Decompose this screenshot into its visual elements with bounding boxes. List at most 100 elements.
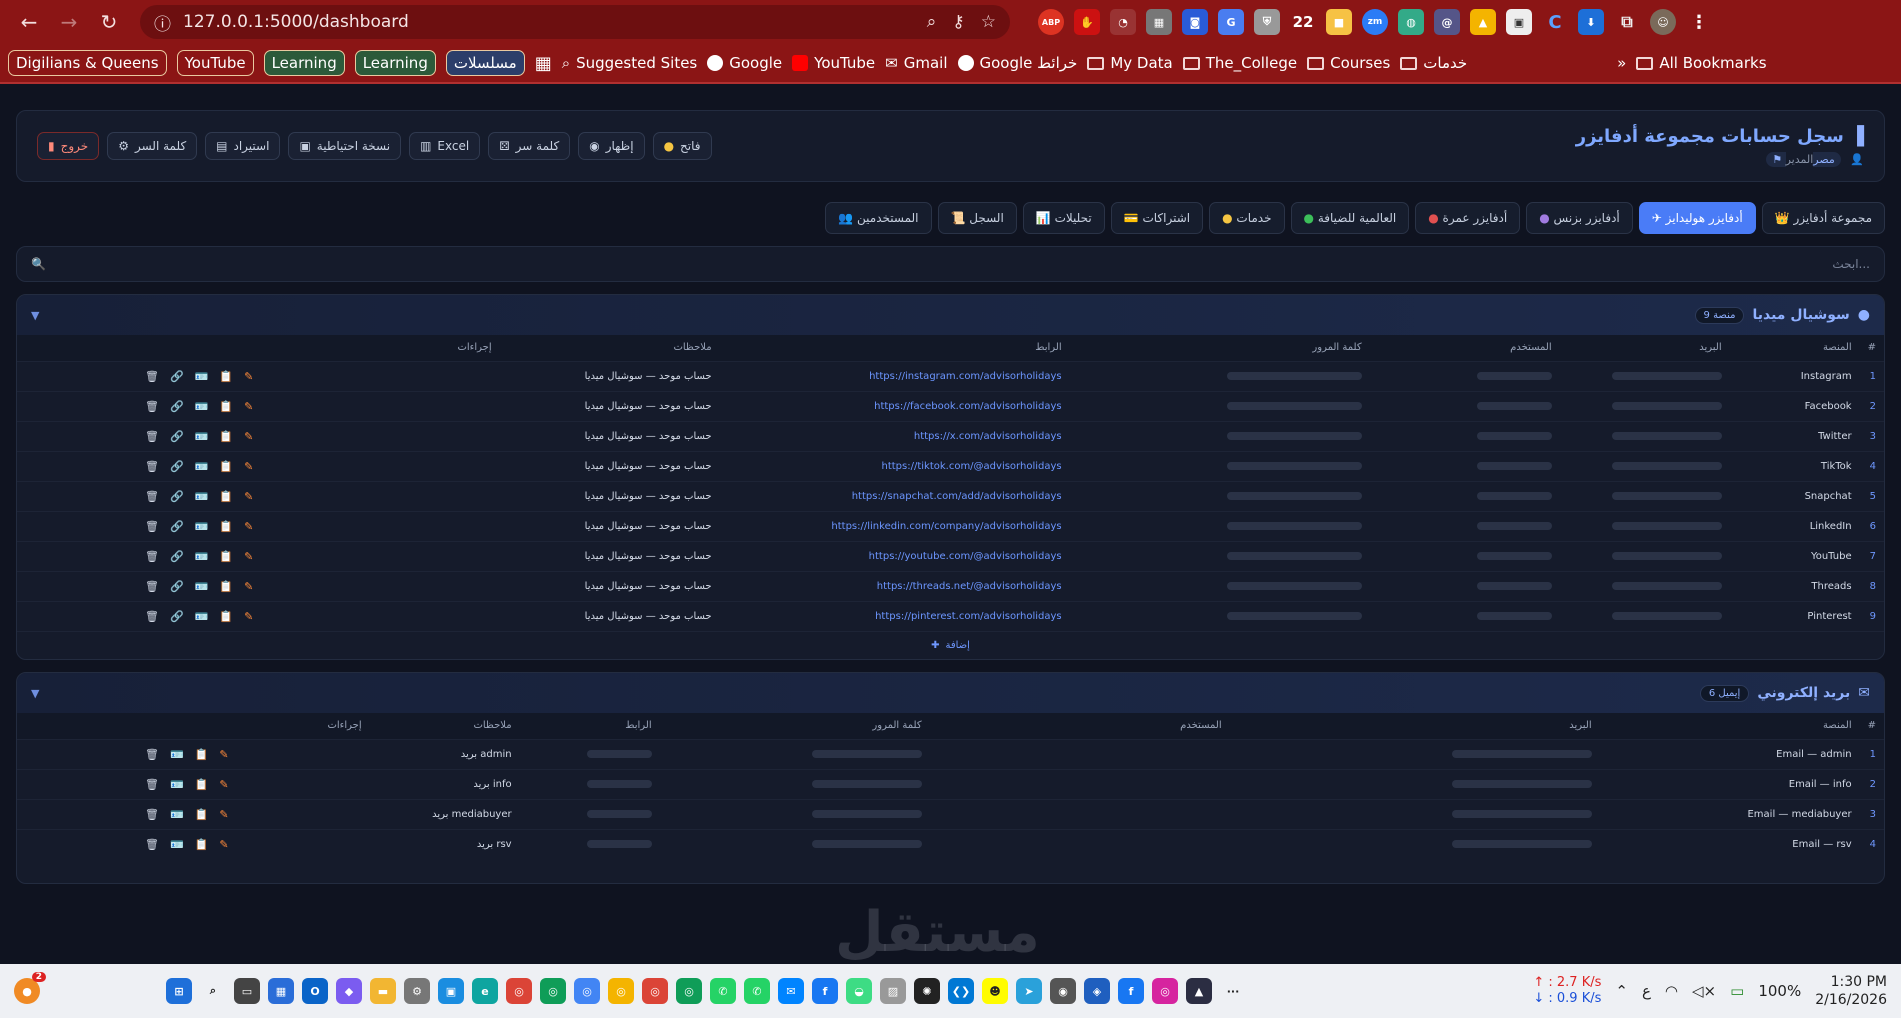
copy-icon[interactable]: 📋 [219,550,233,563]
puzzle-extensions-icon[interactable]: ⧉ [1614,9,1640,35]
url-cell[interactable]: https://linkedin.com/company/advisorholi… [719,510,1070,541]
photos-icon[interactable]: ▣ [438,978,464,1004]
url-cell[interactable]: https://threads.net/@advisorholidays [719,570,1070,601]
link-icon[interactable]: 🔗 [170,460,184,473]
c-extension-icon[interactable]: C [1542,9,1568,35]
start-icon[interactable]: ⊞ [166,978,192,1004]
tab-users[interactable]: 👥 المستخدمين [825,202,932,234]
whatsapp-icon[interactable]: ✆ [744,978,770,1004]
generate-password-button[interactable]: ⚄ كلمة سر [488,132,571,160]
link-icon[interactable]: 🔗 [170,430,184,443]
account-link[interactable]: https://youtube.com/@advisorholidays [869,551,1062,562]
chevron-up-icon[interactable]: ⌃ [1615,982,1628,1000]
image-extension-icon[interactable]: ▦ [1146,9,1172,35]
view-icon[interactable]: 🪪 [170,808,184,821]
delete-icon[interactable]: 🗑 [145,580,159,593]
forward-icon[interactable]: → [52,5,86,39]
task-view-icon[interactable]: ▭ [234,978,260,1004]
back-icon[interactable]: ← [12,5,46,39]
view-icon[interactable]: 🪪 [195,580,209,593]
speaker-muted-icon[interactable]: ◁× [1692,982,1716,1000]
snapchat-icon[interactable]: ☻ [982,978,1008,1004]
account-link[interactable]: https://pinterest.com/advisorholidays [875,611,1062,622]
copy-icon[interactable]: 📋 [195,838,209,851]
explorer-icon[interactable]: ▬ [370,978,396,1004]
section-header[interactable]: ▼ 9 منصة سوشيال ميديا ● [17,295,1884,335]
messenger-icon[interactable]: ✉ [778,978,804,1004]
copy-icon[interactable]: 📋 [219,400,233,413]
import-button[interactable]: ▤ استيراد [205,132,281,160]
android-icon[interactable]: ◒ [846,978,872,1004]
account-link[interactable]: https://threads.net/@advisorholidays [877,581,1062,592]
apps-grid-icon[interactable]: ▦ [535,53,552,74]
edit-icon[interactable]: ✎ [244,580,253,593]
telegram-icon[interactable]: ➤ [1016,978,1042,1004]
link-icon[interactable]: 🔗 [170,520,184,533]
view-icon[interactable]: 🪪 [195,430,209,443]
screen-extension-icon[interactable]: ◙ [1182,9,1208,35]
tab-subscriptions[interactable]: 💳 اشتراكات [1110,202,1204,234]
add-row-button[interactable]: ✚ إضافة [17,631,1884,659]
bookmark-maps[interactable]: Google خرائط [957,54,1077,72]
delete-icon[interactable]: 🗑 [145,400,159,413]
bookmark-pill[interactable]: مسلسلات [445,50,525,76]
wifi-icon[interactable]: ◠ [1665,982,1678,1000]
url-cell[interactable]: https://facebook.com/advisorholidays [719,390,1070,421]
copy-icon[interactable]: 📋 [195,748,209,761]
language-indicator[interactable]: ع [1642,982,1651,1000]
clock[interactable]: 1:30 PM 2/16/2026 [1815,973,1887,1009]
translate-extension-icon[interactable]: G [1218,9,1244,35]
terminal-icon[interactable]: ▲ [1186,978,1212,1004]
chrome-icon[interactable]: ◎ [506,978,532,1004]
link-icon[interactable]: 🔗 [170,370,184,383]
whatsapp-icon[interactable]: ✆ [710,978,736,1004]
reload-icon[interactable]: ↻ [92,5,126,39]
zoom-icon[interactable]: ⌕ [927,12,937,32]
copy-icon[interactable]: 📋 [219,520,233,533]
abp-extension-icon[interactable]: ABP [1038,9,1064,35]
edit-icon[interactable]: ✎ [244,490,253,503]
show-passwords-button[interactable]: ◉ إظهار [578,132,645,160]
copy-icon[interactable]: 📋 [195,808,209,821]
address-bar[interactable]: ⓘ 127.0.0.1:5000/dashboard ⌕ ⚷ ☆ [140,5,1010,39]
bookmark-star-icon[interactable]: ☆ [981,12,996,32]
facebook-icon[interactable]: f [1118,978,1144,1004]
account-link[interactable]: https://tiktok.com/@advisorholidays [881,461,1061,472]
edit-icon[interactable]: ✎ [219,778,228,791]
edit-icon[interactable]: ✎ [244,430,253,443]
copy-icon[interactable]: 📋 [219,430,233,443]
bookmark-pill[interactable]: Learning [354,50,436,76]
copy-icon[interactable]: 📋 [219,580,233,593]
counter-extension-icon[interactable]: 22 [1290,9,1316,35]
copy-icon[interactable]: 📋 [195,778,209,791]
delete-icon[interactable]: 🗑 [145,370,159,383]
delete-icon[interactable]: 🗑 [145,778,159,791]
instagram-icon[interactable]: ◎ [1152,978,1178,1004]
copy-icon[interactable]: 📋 [219,490,233,503]
bookmark-folder[interactable]: خدمات [1400,54,1467,72]
url-cell[interactable]: https://tiktok.com/@advisorholidays [719,450,1070,481]
chrome-icon[interactable]: ◎ [608,978,634,1004]
delete-icon[interactable]: 🗑 [145,748,159,761]
bookmark-pill[interactable]: Learning [263,50,345,76]
chrome-icon[interactable]: ◎ [574,978,600,1004]
tab-advisor-group[interactable]: 👑 مجموعة أدفايزر [1761,202,1885,234]
edit-icon[interactable]: ✎ [244,550,253,563]
password-settings-button[interactable]: ⚙ كلمة السر [107,132,198,160]
password-key-icon[interactable]: ⚷ [952,12,964,32]
edit-icon[interactable]: ✎ [219,838,228,851]
menu-dots-icon[interactable]: ⋮ [1686,9,1712,35]
settings-icon[interactable]: ⚙ [404,978,430,1004]
notes-extension-icon[interactable]: ■ [1326,9,1352,35]
link-icon[interactable]: 🔗 [170,550,184,563]
collapse-caret-icon[interactable]: ▼ [31,309,39,322]
link-icon[interactable]: 🔗 [170,610,184,623]
edit-icon[interactable]: ✎ [244,610,253,623]
delete-icon[interactable]: 🗑 [145,838,159,851]
link-icon[interactable]: 🔗 [170,400,184,413]
download-extension-icon[interactable]: ⬇ [1578,9,1604,35]
edit-icon[interactable]: ✎ [219,808,228,821]
chrome-icon[interactable]: ◎ [642,978,668,1004]
view-icon[interactable]: 🪪 [170,838,184,851]
copilot-icon[interactable]: ◆ [336,978,362,1004]
